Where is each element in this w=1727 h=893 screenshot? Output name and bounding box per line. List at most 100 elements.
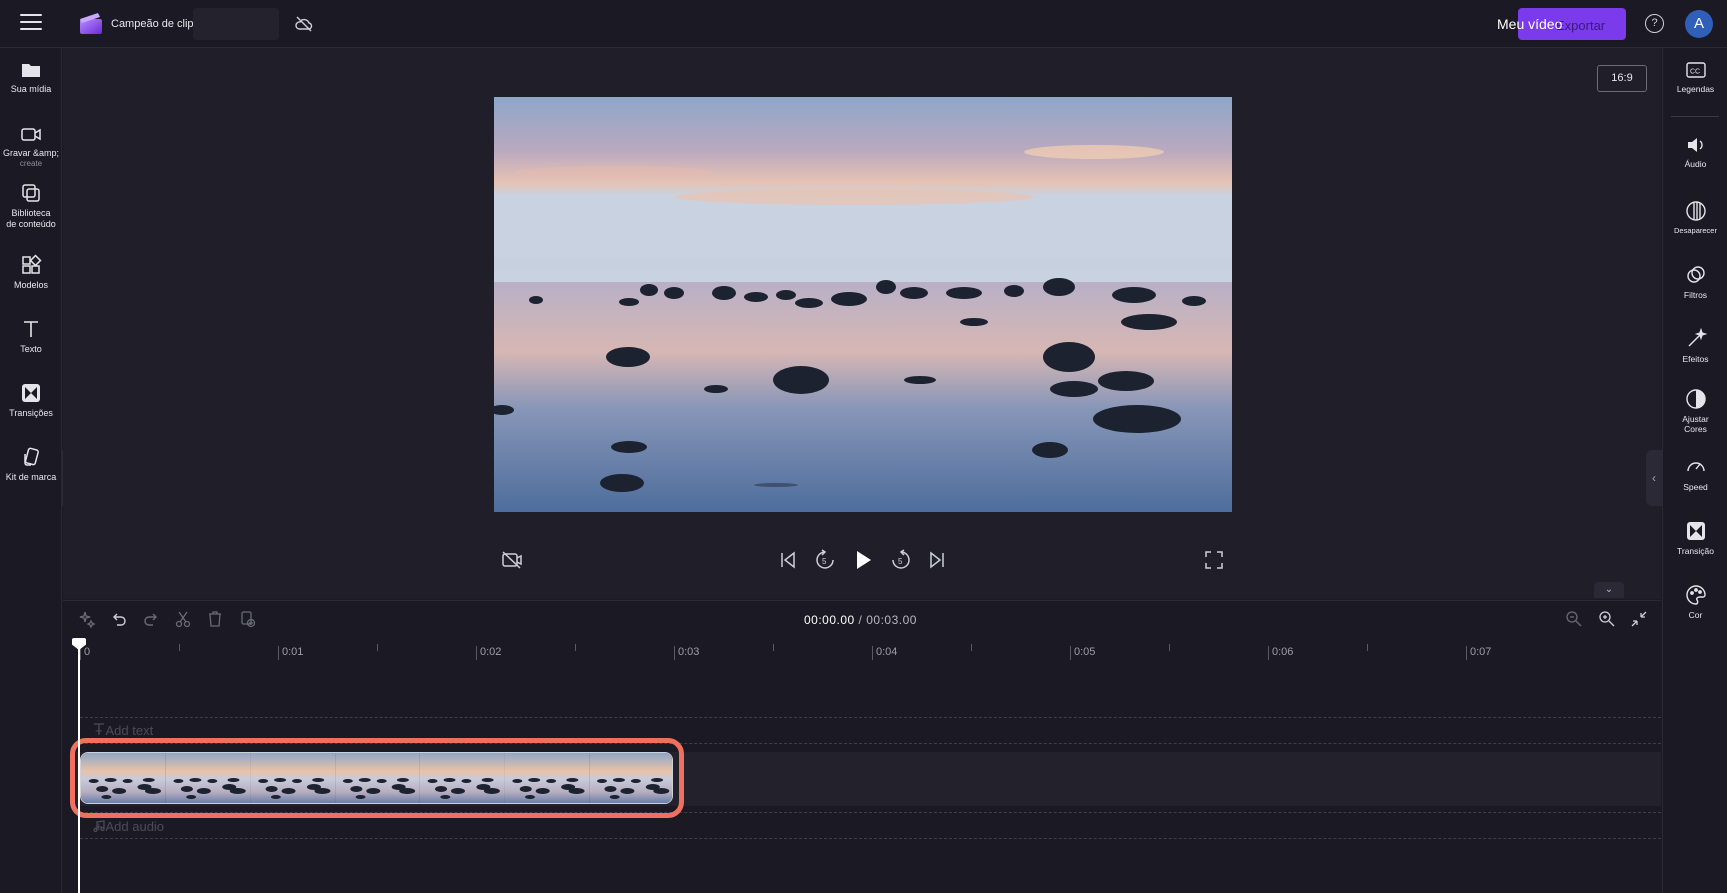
camera-off-icon[interactable]	[500, 548, 524, 572]
ruler-major-tick	[872, 646, 873, 660]
current-time: 00:00.00	[804, 613, 855, 627]
sidebar-item-label: Legendas	[1676, 84, 1715, 94]
sidebar-item-content-library[interactable]: Biblioteca de conteúdo	[0, 182, 62, 230]
sidebar-item-transition[interactable]: Transição	[1663, 520, 1727, 556]
speed-icon	[1686, 462, 1705, 472]
transition-icon	[1686, 522, 1705, 540]
library-icon	[22, 184, 40, 202]
right-sidebar: CC Legendas Áudio Desaparecer Filtros Ef…	[1662, 48, 1727, 893]
sidebar-item-your-media[interactable]: Sua mídia	[0, 60, 62, 95]
sidebar-item-label: Gravar &amp;	[2, 148, 60, 158]
time-separator: /	[854, 613, 867, 627]
ruler-tick-label: 0:03	[678, 646, 700, 658]
sidebar-item-label: Áudio	[1684, 159, 1707, 169]
sidebar-item-label: Kit de marca	[5, 472, 57, 482]
add-text-track[interactable]: + Add text	[95, 723, 153, 738]
video-title[interactable]: Meu vídeo	[1497, 16, 1562, 32]
sidebar-item-filters[interactable]: Filtros	[1663, 264, 1727, 300]
adjust-colors-icon	[1685, 389, 1706, 409]
sidebar-item-sublabel: create	[19, 159, 43, 168]
duplicate-icon[interactable]	[237, 609, 257, 629]
sidebar-item-label: Transição	[1676, 546, 1714, 556]
zoom-in-icon[interactable]	[1597, 609, 1617, 629]
avatar[interactable]: A	[1685, 10, 1713, 38]
undo-icon[interactable]	[109, 609, 129, 629]
sidebar-item-label: Efeitos	[1682, 354, 1709, 364]
sidebar-item-label: Biblioteca de conteúdo	[6, 208, 56, 229]
sidebar-item-label: Filtros	[1683, 290, 1708, 300]
sidebar-item-label: Sua mídia	[10, 84, 52, 94]
sidebar-item-label: Cor	[1688, 610, 1703, 620]
sidebar-item-templates[interactable]: Modelos	[0, 254, 62, 291]
ruler-tick-label: 0:07	[1470, 646, 1492, 658]
title-input[interactable]	[193, 8, 279, 40]
brand-kit-icon	[24, 447, 39, 466]
zoom-out-icon[interactable]	[1564, 609, 1584, 629]
delete-icon[interactable]	[205, 609, 225, 629]
templates-icon	[22, 254, 42, 274]
rewind-5-icon[interactable]: 5	[813, 548, 837, 572]
sidebar-item-color[interactable]: Cor	[1663, 584, 1727, 620]
divider	[1671, 116, 1719, 117]
add-audio-track[interactable]: + Add audio	[95, 819, 164, 834]
fullscreen-icon[interactable]	[1202, 548, 1226, 572]
track-divider	[80, 717, 1661, 718]
clip-highlight-annotation	[70, 738, 684, 818]
sidebar-item-adjust-colors[interactable]: Ajustar Cores	[1663, 388, 1727, 434]
ruler-tick-label: 0	[84, 646, 91, 658]
cloud-off-icon[interactable]	[294, 14, 314, 34]
sidebar-item-label: Desaparecer	[1674, 226, 1717, 235]
scissors-icon[interactable]	[173, 609, 193, 629]
effects-icon	[1688, 328, 1707, 347]
track-divider	[80, 838, 1661, 839]
collapse-right-panel-button[interactable]: ‹	[1646, 450, 1662, 506]
ruler-major-tick	[476, 646, 477, 660]
ruler-major-tick	[278, 646, 279, 660]
sidebar-item-brand-kit[interactable]: Kit de marca	[0, 446, 62, 483]
magic-icon[interactable]	[77, 609, 97, 629]
captions-icon: CC	[1685, 62, 1706, 78]
sidebar-item-text[interactable]: Texto	[0, 318, 62, 355]
ruler-minor-tick	[179, 644, 180, 651]
total-time: 00:03.00	[866, 613, 917, 627]
ruler-tick-label: 0:01	[282, 646, 304, 658]
ruler-minor-tick	[575, 644, 576, 651]
transitions-icon	[22, 384, 40, 402]
ruler-minor-tick	[377, 644, 378, 651]
redo-icon[interactable]	[141, 609, 161, 629]
sidebar-item-speed[interactable]: Speed	[1663, 456, 1727, 492]
ruler-tick-label: 0:05	[1074, 646, 1096, 658]
forward-5-icon[interactable]: 5	[889, 548, 913, 572]
sidebar-item-fade[interactable]: Desaparecer	[1663, 200, 1727, 236]
sidebar-item-record-create[interactable]: Gravar &amp; create	[0, 124, 62, 168]
ruler-minor-tick	[773, 644, 774, 651]
text-icon	[24, 321, 38, 337]
audio-icon	[1687, 138, 1703, 152]
play-icon[interactable]	[851, 548, 875, 572]
sidebar-item-label: Speed	[1683, 482, 1708, 492]
playhead[interactable]	[78, 638, 80, 893]
collapse-preview-button[interactable]: ⌄	[1594, 582, 1624, 598]
sidebar-item-transitions[interactable]: Transições	[0, 382, 62, 419]
help-icon[interactable]: ?	[1645, 14, 1664, 33]
svg-text:CC: CC	[1690, 69, 1700, 76]
skip-to-end-icon[interactable]	[925, 548, 949, 572]
clipchamp-logo-icon	[80, 13, 102, 34]
sidebar-item-label: Ajustar Cores	[1682, 414, 1709, 434]
left-sidebar: Sua mídia Gravar &amp; create Biblioteca…	[0, 48, 62, 893]
sidebar-item-audio[interactable]: Áudio	[1663, 135, 1727, 169]
ruler-minor-tick	[1169, 644, 1170, 651]
sidebar-item-effects[interactable]: Efeitos	[1663, 328, 1727, 364]
aspect-ratio-button[interactable]: 16:9	[1597, 65, 1647, 92]
ruler-major-tick	[1070, 646, 1071, 660]
export-label: Exportar	[1556, 18, 1606, 33]
sidebar-item-captions[interactable]: CC Legendas	[1663, 60, 1727, 94]
ruler-tick-label: 0:04	[876, 646, 898, 658]
sidebar-item-label: Modelos	[13, 280, 49, 290]
project-name[interactable]: Campeão de clipes	[111, 18, 205, 30]
sidebar-item-label: Transições	[9, 408, 53, 418]
menu-icon[interactable]	[20, 14, 42, 32]
svg-text:5: 5	[822, 557, 827, 566]
skip-to-start-icon[interactable]	[776, 548, 800, 572]
fit-timeline-icon[interactable]	[1629, 609, 1649, 629]
